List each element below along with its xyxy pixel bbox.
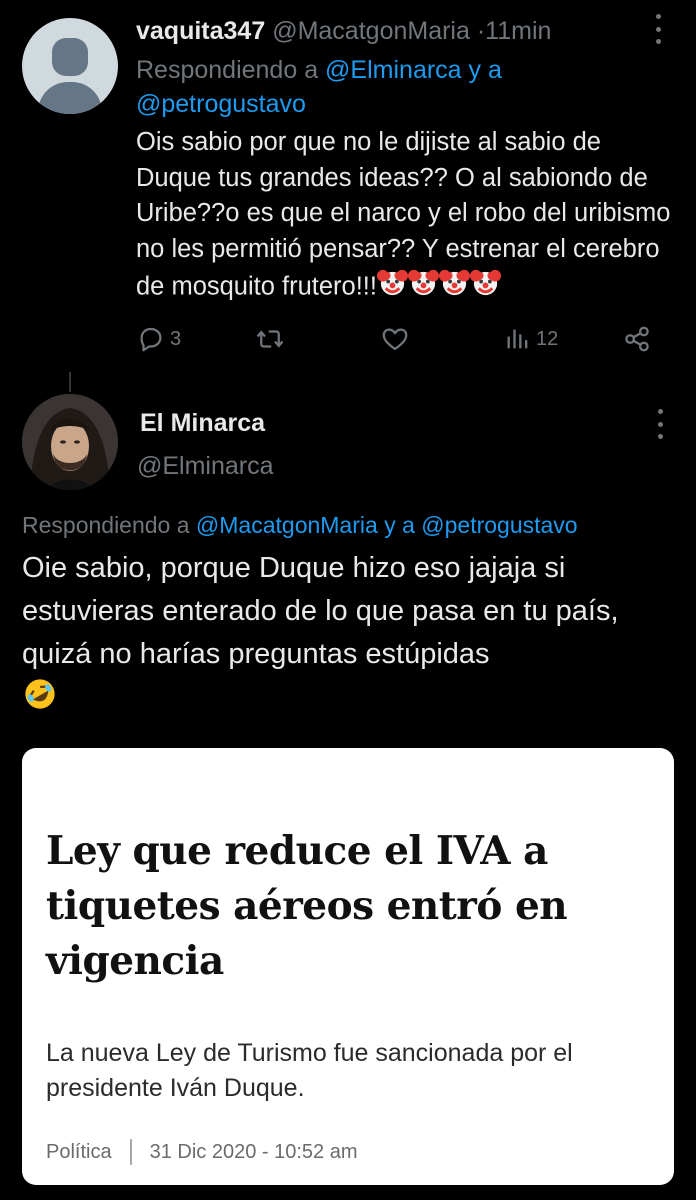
reply-count: 3 — [170, 327, 182, 350]
rolling-on-floor-laughing-icon — [22, 676, 58, 725]
mention-join: y a — [468, 56, 502, 84]
clown-face-icon — [407, 267, 439, 309]
article-category: Política — [46, 1141, 112, 1163]
tweet-vaquita347[interactable]: vaquita347 @MacatgonMaria ·11min Respond… — [0, 0, 696, 380]
like-button[interactable] — [380, 318, 414, 360]
handle[interactable]: @MacatgonMaria — [272, 17, 470, 45]
avatar-elminarca[interactable] — [22, 394, 118, 490]
more-options-icon[interactable] — [654, 14, 662, 44]
mention-link[interactable]: @petrogustavo — [421, 512, 577, 538]
avatar-default[interactable] — [22, 18, 118, 114]
handle[interactable]: @Elminarca — [137, 448, 274, 484]
mention-link[interactable]: @Elminarca — [325, 56, 462, 84]
views-button[interactable]: 12 — [504, 318, 558, 360]
article-date: 31 Dic 2020 - 10:52 am — [149, 1141, 358, 1163]
mention-join: y a — [384, 512, 415, 538]
reply-button[interactable]: 3 — [136, 318, 181, 360]
share-button[interactable] — [622, 318, 652, 360]
thread-connector-line — [69, 372, 71, 392]
retweet-button[interactable] — [254, 318, 290, 360]
avatar-body-shape — [38, 82, 102, 114]
clown-face-icon — [376, 267, 408, 309]
more-options-icon[interactable] — [656, 409, 664, 439]
heart-icon — [380, 324, 410, 354]
avatar-head-shape — [52, 38, 88, 76]
clown-face-icon — [438, 267, 470, 309]
display-name[interactable]: vaquita347 — [136, 17, 265, 45]
timestamp[interactable]: 11min — [485, 17, 551, 45]
article-image-card[interactable]: Ley que reduce el IVA a tiquetes aéreos … — [22, 748, 674, 1185]
article-headline: Ley que reduce el IVA a tiquetes aéreos … — [46, 828, 568, 984]
article-subtitle: La nueva Ley de Turismo fue sancionada p… — [46, 1039, 573, 1102]
separator-dot: · — [476, 17, 486, 45]
share-icon — [622, 324, 652, 354]
clown-face-icon — [469, 267, 501, 309]
mention-link[interactable]: @petrogustavo — [136, 90, 306, 118]
tweet-header: vaquita347 @MacatgonMaria ·11min — [136, 14, 551, 48]
article-meta: Política 31 Dic 2020 - 10:52 am — [46, 1138, 358, 1166]
reply-icon — [136, 324, 166, 354]
replying-to-prefix: Respondiendo a — [136, 56, 319, 84]
mention-link[interactable]: @MacatgonMaria — [196, 512, 378, 538]
tweet-body: Oie sabio, porque Duque hizo eso jajaja … — [22, 552, 619, 670]
tweet-text: Ois sabio por que no le dijiste al sabio… — [136, 125, 681, 309]
meta-divider — [129, 1139, 132, 1165]
display-name[interactable]: El Minarca — [140, 405, 265, 441]
tweet-text: Oie sabio, porque Duque hizo eso jajaja … — [22, 547, 672, 725]
views-chart-icon — [504, 324, 532, 354]
replying-to: Respondiendo a @MacatgonMaria y a @petro… — [22, 508, 578, 542]
views-count: 12 — [536, 327, 559, 350]
replying-to: Respondiendo a @Elminarca y a @petrogust… — [136, 53, 656, 121]
replying-to-prefix: Respondiendo a — [22, 512, 190, 538]
retweet-icon — [254, 324, 286, 354]
tweet-actions: 3 12 — [136, 318, 656, 360]
